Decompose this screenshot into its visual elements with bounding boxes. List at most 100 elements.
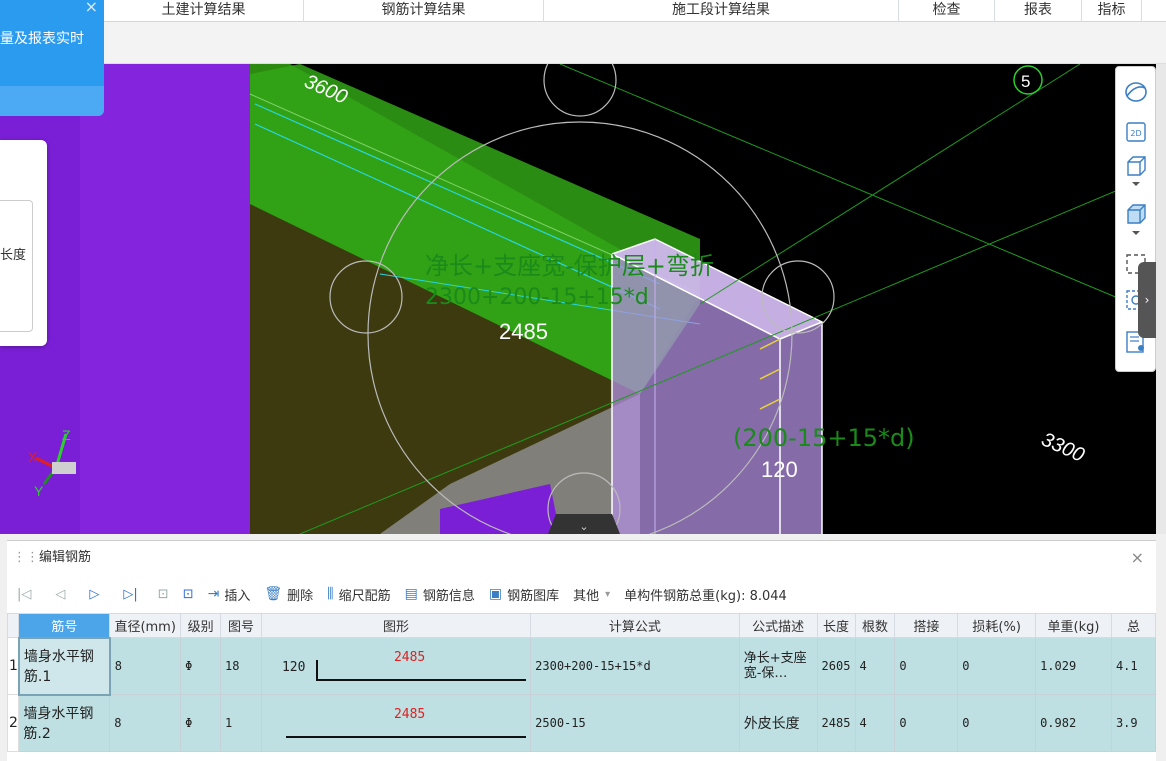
- length-cell[interactable]: 2605: [816, 637, 856, 695]
- last-record-icon[interactable]: ▷|: [123, 587, 137, 602]
- header-loss[interactable]: 损耗(%): [957, 613, 1037, 638]
- rebar-toolbar: |◁ ◁ ▷ ▷| ⊡ ⊡ ⇥ 插入 🗑 删除 ⫼ 缩尺配筋 ▤ 钢筋信息 ▣ 钢筋图库 …: [7, 581, 1156, 607]
- chevron-down-icon[interactable]: [1123, 179, 1149, 189]
- bend-formula-label: (200-15+15*d): [733, 424, 915, 452]
- chevron-right-icon: ›: [1144, 293, 1150, 307]
- axis-y-label: Y: [34, 483, 44, 499]
- lap-cell[interactable]: 0: [894, 637, 959, 695]
- loss-cell[interactable]: 0: [957, 637, 1037, 695]
- result-tabs: 土建计算结果 钢筋计算结果 施工段计算结果 检查 报表 指标: [104, 0, 1166, 22]
- lap-cell[interactable]: 0: [894, 694, 959, 752]
- 3d-viewport[interactable]: ⌄ 3600 3300 5 净长+支座宽-保护层+弯折 2300+200-15+…: [0, 64, 1156, 534]
- header-formula[interactable]: 计算公式: [530, 613, 740, 638]
- notification-popup: × 量及报表实时: [0, 0, 104, 116]
- orbit-icon[interactable]: [1123, 79, 1149, 105]
- first-record-icon[interactable]: |◁: [17, 587, 31, 602]
- insert-button[interactable]: ⇥ 插入: [208, 585, 251, 604]
- notification-close-icon[interactable]: ×: [85, 0, 98, 16]
- table-row[interactable]: 1 墙身水平钢筋.1 8 Φ 18 120 2485 2300+200-15+1…: [6, 636, 1157, 696]
- tab-civil-results[interactable]: 土建计算结果: [104, 0, 304, 22]
- grade-cell[interactable]: Φ: [180, 637, 222, 695]
- rebar-library-button[interactable]: ▣ 钢筋图库: [489, 585, 559, 604]
- table-header: 筋号 直径(mm) 级别 图号 图形 计算公式 公式描述 长度 根数 搭接 损耗…: [6, 613, 1157, 638]
- move-down-icon[interactable]: ⊡: [183, 587, 194, 602]
- shape-length-label: 2485: [393, 650, 426, 665]
- unit-weight-cell[interactable]: 1.029: [1035, 637, 1112, 695]
- total-cell[interactable]: 4.1: [1110, 637, 1157, 695]
- header-bar-no[interactable]: 筋号: [18, 613, 111, 638]
- table-row[interactable]: 2 墙身水平钢筋.2 8 Φ 1 2485 2500-15 外皮长度 2485 …: [6, 694, 1157, 752]
- header-lap[interactable]: 搭接: [894, 613, 959, 638]
- header-total[interactable]: 总: [1110, 613, 1157, 638]
- rebar-table: 筋号 直径(mm) 级别 图号 图形 计算公式 公式描述 长度 根数 搭接 损耗…: [6, 613, 1157, 752]
- shape-left-label: 120: [281, 660, 306, 675]
- figure-no-cell[interactable]: 18: [220, 637, 262, 695]
- side-card-field[interactable]: [0, 200, 33, 332]
- header-diameter[interactable]: 直径(mm): [109, 613, 182, 638]
- nav-ring-small[interactable]: [543, 64, 617, 117]
- move-up-icon[interactable]: ⊡: [158, 587, 169, 602]
- tab-check[interactable]: 检查: [899, 0, 995, 22]
- count-cell[interactable]: 4: [854, 694, 896, 752]
- row-index: 1: [6, 637, 20, 695]
- cube-view-icon[interactable]: [1123, 153, 1149, 179]
- ruler-icon: ⫼: [327, 586, 334, 602]
- loss-cell[interactable]: 0: [957, 694, 1037, 752]
- tab-report[interactable]: 报表: [995, 0, 1082, 22]
- rebar-info-button[interactable]: ▤ 钢筋信息: [405, 585, 475, 604]
- library-icon: ▣: [488, 586, 503, 602]
- other-menu[interactable]: 其他 ▾: [573, 585, 610, 604]
- edit-rebar-panel: ⋮⋮ 编辑钢筋 × |◁ ◁ ▷ ▷| ⊡ ⊡ ⇥ 插入 🗑 删除 ⫼ 缩尺配筋 ▤ 钢…: [6, 540, 1157, 761]
- diameter-cell[interactable]: 8: [109, 637, 182, 695]
- shape-hook: [315, 660, 318, 680]
- diameter-cell[interactable]: 8: [109, 694, 182, 752]
- right-gutter: [1156, 64, 1166, 534]
- count-cell[interactable]: 4: [854, 637, 896, 695]
- total-cell[interactable]: 3.9: [1110, 694, 1157, 752]
- 2d-view-icon[interactable]: 2D: [1123, 119, 1149, 145]
- grade-cell[interactable]: Φ: [180, 694, 222, 752]
- 2d-view-label: 2D: [1130, 129, 1141, 138]
- tab-rebar-results[interactable]: 钢筋计算结果: [304, 0, 544, 22]
- header-grade[interactable]: 级别: [180, 613, 222, 638]
- span-label-3300: 3300: [1038, 428, 1088, 466]
- formula-cell[interactable]: 2500-15: [530, 694, 740, 752]
- tab-index[interactable]: 指标: [1082, 0, 1142, 22]
- cube-solid-icon[interactable]: [1123, 201, 1149, 227]
- length-label: 2485: [499, 319, 548, 344]
- chevron-down-icon[interactable]: [1123, 228, 1149, 238]
- shape-cell[interactable]: 120 2485: [260, 637, 532, 695]
- bar-name-cell[interactable]: 墙身水平钢筋.1: [17, 636, 111, 696]
- side-panel-toggle[interactable]: ›: [1138, 262, 1156, 338]
- shape-length-label: 2485: [393, 707, 426, 722]
- desc-cell[interactable]: 外皮长度: [738, 694, 818, 752]
- header-desc[interactable]: 公式描述: [738, 613, 818, 638]
- header-figure-no[interactable]: 图号: [220, 613, 262, 638]
- figure-no-cell[interactable]: 1: [220, 694, 262, 752]
- scale-rebar-button[interactable]: ⫼ 缩尺配筋: [327, 585, 390, 604]
- delete-button[interactable]: 🗑 删除: [264, 585, 313, 604]
- bar-name-cell[interactable]: 墙身水平钢筋.2: [18, 694, 111, 752]
- header-unit-weight[interactable]: 单重(kg): [1035, 613, 1112, 638]
- prev-record-icon[interactable]: ◁: [55, 587, 65, 602]
- axis-z-label: Z: [62, 427, 71, 443]
- drag-handle-icon[interactable]: ⋮⋮: [13, 541, 39, 575]
- header-shape[interactable]: 图形: [260, 613, 532, 638]
- model-drawing: ⌄ 3600 3300 5 净长+支座宽-保护层+弯折 2300+200-15+…: [0, 64, 1156, 534]
- panel-close-icon[interactable]: ×: [1131, 541, 1144, 575]
- tab-stage-results[interactable]: 施工段计算结果: [544, 0, 899, 22]
- unit-weight-cell[interactable]: 0.982: [1035, 694, 1112, 752]
- row-index: 2: [6, 694, 20, 752]
- next-record-icon[interactable]: ▷: [89, 587, 99, 602]
- header-length[interactable]: 长度: [816, 613, 856, 638]
- formula-cell[interactable]: 2300+200-15+15*d: [530, 637, 740, 695]
- desc-cell[interactable]: 净长+支座宽-保…: [738, 637, 818, 695]
- panel-title-bar: ⋮⋮ 编辑钢筋 ×: [7, 541, 1156, 575]
- shape-cell[interactable]: 2485: [260, 694, 532, 752]
- insert-icon: ⇥: [207, 586, 220, 602]
- length-cell[interactable]: 2485: [816, 694, 856, 752]
- formula-label: 2300+200-15+15*d: [425, 285, 649, 310]
- header-count[interactable]: 根数: [854, 613, 896, 638]
- notification-footer: [0, 86, 104, 116]
- side-card-label: 长度: [0, 248, 27, 263]
